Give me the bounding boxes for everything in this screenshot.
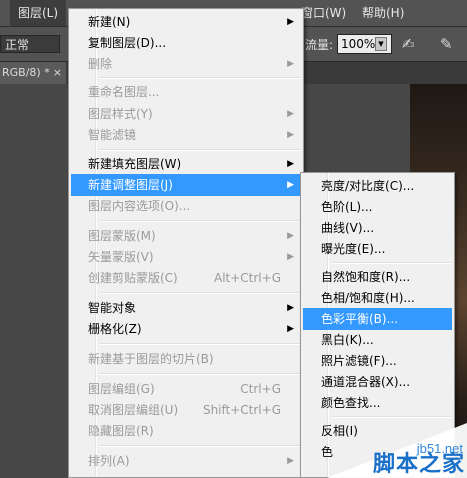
airbrush-icon[interactable]: ✍ [402, 35, 415, 53]
menu-item-layer-mask[interactable]: 图层蒙版(M) ▶ [71, 225, 301, 247]
submenu-arrow-icon: ▶ [287, 231, 294, 241]
submenu-arrow-icon: ▶ [287, 130, 294, 140]
watermark-text: 脚本之家 [372, 452, 465, 477]
menu-item-rasterize[interactable]: 栅格化(Z) ▶ [71, 318, 301, 340]
menu-help[interactable]: 帮助(H) [354, 0, 412, 26]
menu-separator [99, 149, 300, 151]
submenu-item-channel-mixer[interactable]: 通道混合器(X)... [303, 371, 452, 393]
menu-item-layer-style[interactable]: 图层样式(Y) ▶ [71, 103, 301, 125]
menu-item-new-layer-based-slice[interactable]: 新建基于图层的切片(B) [71, 348, 301, 370]
menu-separator [99, 445, 300, 447]
menu-separator [99, 292, 300, 294]
shortcut-label: Shift+Ctrl+G [202, 403, 281, 417]
menu-item-rename-layer[interactable]: 重命名图层... [71, 81, 301, 103]
submenu-arrow-icon: ▶ [287, 17, 294, 27]
menu-item-smart-object[interactable]: 智能对象 ▶ [71, 297, 301, 319]
flow-label: 流量: [305, 38, 334, 52]
menu-item-group-layers[interactable]: 图层编组(G) Ctrl+G [71, 378, 301, 400]
layer-menu: 新建(N) ▶ 复制图层(D)... 删除 ▶ 重命名图层... 图层样式(Y) ▶ … [68, 8, 304, 478]
shortcut-label: Alt+Ctrl+G [213, 271, 281, 285]
menu-separator [99, 220, 300, 222]
submenu-arrow-icon: ▶ [287, 252, 294, 262]
submenu-item-vibrance[interactable]: 自然饱和度(R)... [303, 266, 452, 288]
watermark: jb51.net 脚本之家 [327, 416, 467, 478]
menu-item-hide-layers[interactable]: 隐藏图层(R) [71, 420, 301, 442]
menu-item-duplicate-layer[interactable]: 复制图层(D)... [71, 32, 301, 54]
menu-item-new-adjustment-layer[interactable]: 新建调整图层(J) ▶ [71, 174, 301, 196]
menu-item-vector-mask[interactable]: 矢量蒙版(V) ▶ [71, 246, 301, 268]
menu-separator [99, 77, 300, 79]
menu-item-smart-filter[interactable]: 智能滤镜 ▶ [71, 124, 301, 146]
submenu-item-black-white[interactable]: 黑白(K)... [303, 329, 452, 351]
submenu-item-brightness-contrast[interactable]: 亮度/对比度(C)... [303, 175, 452, 197]
pressure-pen-icon[interactable]: ✎ [440, 35, 453, 53]
submenu-arrow-icon: ▶ [287, 159, 294, 169]
menu-layer[interactable]: 图层(L) [10, 0, 67, 26]
submenu-item-exposure[interactable]: 曝光度(E)... [303, 238, 452, 260]
submenu-arrow-icon: ▶ [287, 456, 294, 466]
menu-item-layer-content-options[interactable]: 图层内容选项(O)... [71, 195, 301, 217]
menu-item-ungroup-layers[interactable]: 取消图层编组(U) Shift+Ctrl+G [71, 399, 301, 421]
menu-item-create-clipping-mask[interactable]: 创建剪贴蒙版(C) Alt+Ctrl+G [71, 267, 301, 289]
submenu-arrow-icon: ▶ [287, 303, 294, 313]
menu-item-arrange[interactable]: 排列(A) ▶ [71, 450, 301, 472]
submenu-item-color-lookup[interactable]: 颜色查找... [303, 392, 452, 414]
submenu-arrow-icon: ▶ [287, 180, 294, 190]
submenu-arrow-icon: ▶ [287, 324, 294, 334]
blend-mode-select[interactable]: 正常 [0, 35, 60, 53]
submenu-arrow-icon: ▶ [287, 109, 294, 119]
menu-item-new[interactable]: 新建(N) ▶ [71, 11, 301, 33]
menu-separator [99, 343, 300, 345]
submenu-item-color-balance[interactable]: 色彩平衡(B)... [303, 308, 452, 330]
document-tab[interactable]: RGB/8) * × [0, 62, 66, 84]
menu-item-delete[interactable]: 删除 ▶ [71, 53, 301, 75]
menu-item-new-fill-layer[interactable]: 新建填充图层(W) ▶ [71, 153, 301, 175]
shortcut-label: Ctrl+G [240, 382, 281, 396]
flow-dropdown-button[interactable]: ▼ [375, 37, 387, 51]
submenu-item-photo-filter[interactable]: 照片滤镜(F)... [303, 350, 452, 372]
submenu-item-hue-saturation[interactable]: 色相/饱和度(H)... [303, 287, 452, 309]
document-tab-label: RGB/8) * [2, 66, 50, 79]
menu-separator [99, 373, 300, 375]
submenu-item-curves[interactable]: 曲线(V)... [303, 217, 452, 239]
close-icon[interactable]: × [53, 62, 62, 84]
submenu-arrow-icon: ▶ [287, 59, 294, 69]
submenu-item-levels[interactable]: 色阶(L)... [303, 196, 452, 218]
menu-separator [331, 262, 451, 264]
